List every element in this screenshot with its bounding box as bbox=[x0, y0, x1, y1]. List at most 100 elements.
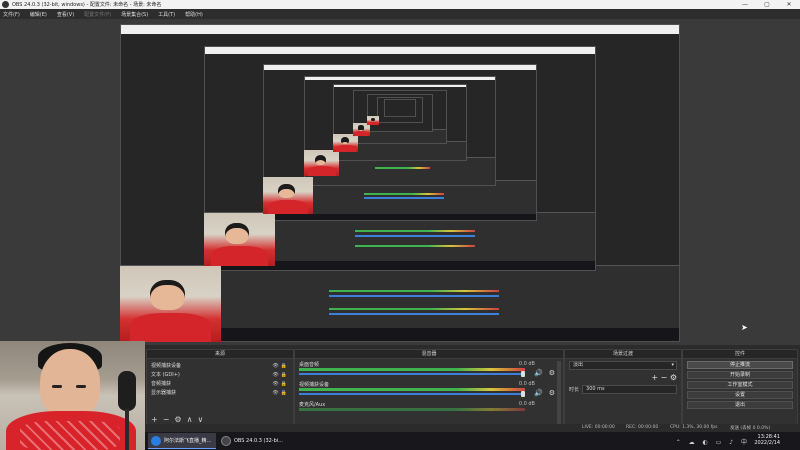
add-source-button[interactable]: + bbox=[151, 415, 158, 424]
webcam-overlay bbox=[0, 341, 145, 450]
nested-titlebar bbox=[334, 85, 466, 88]
rec-time: REC: 00:00:00 bbox=[626, 425, 659, 430]
webcam-person bbox=[76, 385, 86, 388]
source-label: 显示器捕获 bbox=[151, 390, 177, 396]
duration-input[interactable]: 300 ms bbox=[582, 385, 677, 394]
remove-source-button[interactable]: − bbox=[163, 415, 170, 424]
nested-meter bbox=[375, 167, 430, 169]
nested-meter bbox=[329, 308, 499, 310]
duration-label: 时长 bbox=[569, 387, 580, 393]
volume-meter bbox=[299, 368, 525, 371]
nested-meter bbox=[329, 290, 499, 292]
controls-title: 控件 bbox=[734, 351, 745, 357]
transitions-title: 场景过渡 bbox=[612, 351, 633, 357]
gear-icon[interactable]: ⚙ bbox=[549, 389, 555, 397]
transition-properties-button[interactable]: ⚙ bbox=[670, 373, 677, 382]
settings-button[interactable]: 设置 bbox=[687, 391, 793, 399]
clock[interactable]: 13:28:41 2022/2/14 bbox=[754, 434, 780, 446]
minimize-button[interactable]: — bbox=[734, 0, 756, 9]
nested-webcam bbox=[333, 134, 358, 152]
nested-meter bbox=[329, 295, 499, 297]
close-button[interactable]: ✕ bbox=[778, 0, 800, 9]
remove-transition-button[interactable]: − bbox=[661, 373, 668, 382]
obs-icon bbox=[221, 436, 231, 446]
live-time: LIVE: 00:00:00 bbox=[582, 425, 615, 430]
sources-list: 视频捕获设备 👁🔒 文本 (GDI+) 👁🔒 音频捕获 👁🔒 显示器捕获 👁🔒 bbox=[147, 361, 293, 397]
studio-mode-button[interactable]: 工作室模式 bbox=[687, 381, 793, 389]
mixer-channel: 视频捕获设备 0.0 dB 🔊 ⚙ bbox=[299, 381, 559, 399]
sources-title: 来源 bbox=[214, 351, 225, 357]
visibility-lock-icon[interactable]: 👁🔒 bbox=[272, 363, 289, 369]
transitions-dock: 场景过渡 淡出 + − ⚙ 时长 300 ms bbox=[564, 349, 682, 433]
taskbar-app-browser[interactable]: 阿尔法斯飞直播_精... bbox=[148, 433, 216, 449]
visibility-lock-icon[interactable]: 👁🔒 bbox=[272, 381, 289, 387]
controls-header: 控件 bbox=[683, 350, 797, 359]
menu-bar: 文件(F) 编辑(E) 查看(V) 配置文件(P) 场景集合(S) 工具(T) … bbox=[0, 9, 800, 19]
source-item[interactable]: 显示器捕获 👁🔒 bbox=[147, 388, 293, 397]
volume-meter bbox=[299, 388, 525, 391]
cpu-fps: CPU: 1.3%, 30.00 fps bbox=[670, 425, 718, 430]
window-controls: — ▢ ✕ bbox=[734, 0, 800, 9]
menu-help[interactable]: 帮助(H) bbox=[185, 11, 203, 18]
transition-select[interactable]: 淡出 bbox=[569, 361, 677, 370]
menu-scene-collection[interactable]: 场景集合(S) bbox=[121, 11, 148, 18]
sources-header: 来源 bbox=[147, 350, 293, 359]
source-properties-button[interactable]: ⚙ bbox=[174, 415, 181, 424]
gear-icon[interactable]: ⚙ bbox=[549, 369, 555, 377]
volume-slider-handle[interactable] bbox=[521, 371, 525, 377]
title-bar: OBS 24.0.3 (32-bit, windows) - 配置文件: 未命名… bbox=[0, 0, 800, 9]
move-up-button[interactable]: ∧ bbox=[187, 415, 193, 424]
taskbar-app-obs[interactable]: OBS 24.0.3 (32-bi... bbox=[218, 433, 288, 449]
exit-button[interactable]: 退出 bbox=[687, 401, 793, 409]
mixer-scrollbar[interactable] bbox=[557, 361, 561, 431]
mixer-header: 混音器 bbox=[295, 350, 563, 359]
nested-webcam bbox=[263, 177, 313, 214]
system-tray-icons[interactable]: ⌃ ☁ ◐ ▭ ♪ 中 bbox=[676, 437, 750, 446]
source-item[interactable]: 视频捕获设备 👁🔒 bbox=[147, 361, 293, 370]
window-title: OBS 24.0.3 (32-bit, windows) - 配置文件: 未命名… bbox=[12, 2, 162, 8]
microphone bbox=[118, 371, 136, 411]
start-recording-button[interactable]: 开始录制 bbox=[687, 371, 793, 379]
clock-date: 2022/2/14 bbox=[754, 440, 780, 446]
nested-webcam bbox=[304, 150, 339, 176]
speaker-icon[interactable]: 🔊 bbox=[534, 389, 543, 397]
nested-taskbar bbox=[264, 213, 536, 220]
visibility-lock-icon[interactable]: 👁🔒 bbox=[272, 390, 289, 396]
source-label: 视频捕获设备 bbox=[151, 363, 182, 369]
menu-edit[interactable]: 编辑(E) bbox=[30, 11, 47, 18]
nested-webcam bbox=[120, 266, 221, 342]
menu-tools[interactable]: 工具(T) bbox=[158, 11, 175, 18]
mixer-dock: 混音器 桌面音频 0.0 dB 🔊 ⚙ 视频捕获设备 0.0 dB 🔊 ⚙ 麦克… bbox=[294, 349, 564, 433]
stop-streaming-button[interactable]: 停止推流 bbox=[687, 361, 793, 369]
app-icon bbox=[151, 435, 161, 446]
nested-webcam bbox=[367, 116, 379, 125]
source-item[interactable]: 音频捕获 👁🔒 bbox=[147, 379, 293, 388]
volume-slider[interactable] bbox=[299, 393, 525, 395]
mouse-cursor-icon: ➤ bbox=[741, 323, 748, 332]
channel-db: 0.0 dB bbox=[518, 381, 535, 387]
volume-slider-handle[interactable] bbox=[521, 391, 525, 397]
move-down-button[interactable]: ∨ bbox=[197, 415, 203, 424]
webcam-person bbox=[20, 421, 120, 450]
webcam-person bbox=[40, 349, 100, 419]
microphone-stand bbox=[125, 409, 129, 450]
menu-profile[interactable]: 配置文件(P) bbox=[84, 11, 111, 18]
volume-slider[interactable] bbox=[299, 373, 525, 375]
menu-file[interactable]: 文件(F) bbox=[3, 11, 20, 18]
maximize-button[interactable]: ▢ bbox=[756, 0, 778, 9]
preview-area[interactable] bbox=[0, 19, 800, 345]
add-transition-button[interactable]: + bbox=[651, 373, 658, 382]
mixer-title: 混音器 bbox=[421, 351, 437, 357]
source-item[interactable]: 文本 (GDI+) 👁🔒 bbox=[147, 370, 293, 379]
transition-toolbar: + − ⚙ bbox=[569, 373, 677, 382]
nested-screen bbox=[384, 99, 416, 117]
preview-canvas[interactable] bbox=[120, 24, 680, 342]
visibility-lock-icon[interactable]: 👁🔒 bbox=[272, 372, 289, 378]
menu-view[interactable]: 查看(V) bbox=[57, 11, 74, 18]
volume-meter bbox=[299, 408, 525, 411]
taskbar-app-label: OBS 24.0.3 (32-bi... bbox=[234, 438, 283, 444]
channel-db: 0.0 dB bbox=[518, 401, 535, 407]
nested-titlebar bbox=[121, 25, 679, 35]
nested-meter bbox=[329, 313, 499, 315]
speaker-icon[interactable]: 🔊 bbox=[534, 369, 543, 377]
